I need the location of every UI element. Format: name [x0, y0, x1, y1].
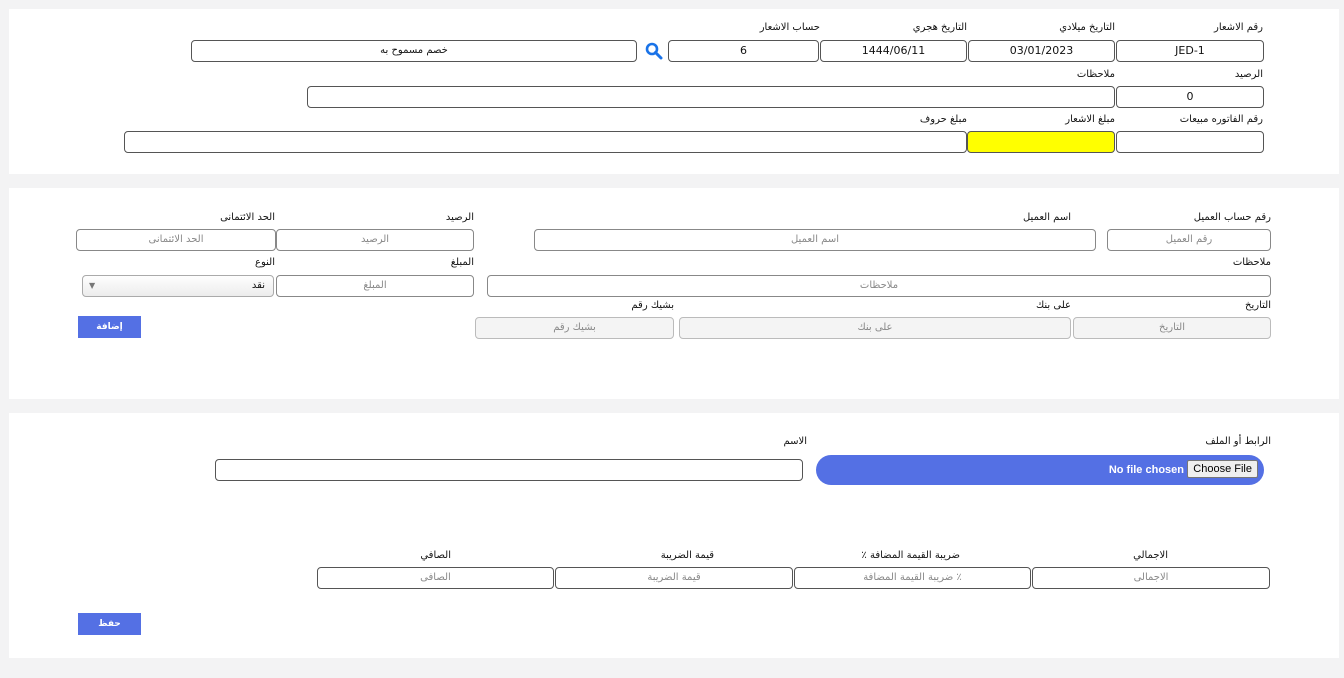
- notice-amount-label: مبلغ الاشعار: [1065, 114, 1115, 125]
- amount-input[interactable]: المبلغ: [276, 275, 474, 297]
- vat-percent-label: ضريبة القيمة المضافة ٪: [861, 550, 960, 561]
- total-label: الاجمالي: [1133, 550, 1168, 561]
- customer-balance-input[interactable]: الرصيد: [276, 229, 474, 251]
- amount-label: المبلغ: [450, 257, 474, 268]
- customer-name-label: اسم العميل: [1022, 212, 1071, 223]
- cheque-no-input[interactable]: بشيك رقم: [475, 317, 674, 339]
- date-label: التاريخ: [1245, 300, 1271, 311]
- customer-account-label: رقم حساب العميل: [1193, 212, 1271, 223]
- link-or-file-label: الرابط أو الملف: [1205, 436, 1271, 447]
- balance-label: الرصيد: [1234, 69, 1263, 80]
- total-input[interactable]: الاجمالى: [1032, 567, 1270, 589]
- attachment-name-input[interactable]: [215, 459, 803, 481]
- type-select[interactable]: نقد ▼: [82, 275, 274, 297]
- amount-words-field[interactable]: [124, 131, 967, 153]
- customer-account-input[interactable]: رقم العميل: [1107, 229, 1271, 251]
- credit-limit-label: الحد الائتمانى: [220, 212, 275, 223]
- notice-no-label: رقم الاشعار: [1213, 22, 1263, 33]
- cheque-no-label: بشيك رقم: [631, 300, 674, 311]
- date-gregorian-label: التاريخ ميلادي: [1059, 22, 1115, 33]
- notice-account-field[interactable]: 6: [668, 40, 819, 62]
- notice-amount-field[interactable]: [967, 131, 1115, 153]
- file-status: No file chosen: [1108, 464, 1184, 476]
- tax-value-label: قيمة الضريبة: [660, 550, 714, 561]
- choose-file-button[interactable]: Choose File: [1187, 460, 1258, 478]
- net-input[interactable]: الصافى: [317, 567, 554, 589]
- date-hijri-field[interactable]: 1444/06/11: [820, 40, 967, 62]
- account-name-field[interactable]: خصم مسموح به: [191, 40, 637, 62]
- dropdown-arrow-icon: ▼: [89, 281, 96, 290]
- notice-no-field[interactable]: JED-1: [1116, 40, 1264, 62]
- file-input[interactable]: Choose File No file chosen: [816, 455, 1264, 485]
- date-hijri-label: التاريخ هجري: [912, 22, 967, 33]
- amount-words-label: مبلغ حروف: [919, 114, 967, 125]
- balance-field[interactable]: 0: [1116, 86, 1264, 108]
- date-gregorian-field[interactable]: 03/01/2023: [968, 40, 1115, 62]
- notes-field[interactable]: [307, 86, 1115, 108]
- notes-label: ملاحظات: [1076, 69, 1115, 80]
- bank-label: على بنك: [1035, 300, 1071, 311]
- customer-notes-input[interactable]: ملاحظات: [487, 275, 1271, 297]
- save-button[interactable]: حفظ: [78, 613, 141, 635]
- date-input[interactable]: التاريخ: [1073, 317, 1271, 339]
- bank-input[interactable]: على بنك: [679, 317, 1071, 339]
- attachments-panel: [9, 413, 1339, 658]
- sales-invoice-field[interactable]: [1116, 131, 1264, 153]
- credit-limit-input[interactable]: الحد الائتمانى: [76, 229, 276, 251]
- sales-invoice-label: رقم الفاتوره مبيعات: [1179, 114, 1263, 125]
- add-button[interactable]: إضافة: [78, 316, 141, 338]
- attachment-name-label: الاسم: [783, 436, 807, 447]
- customer-notes-label: ملاحظات: [1232, 257, 1271, 268]
- customer-name-input[interactable]: اسم العميل: [534, 229, 1096, 251]
- search-icon[interactable]: [645, 42, 663, 60]
- customer-balance-label: الرصيد: [445, 212, 474, 223]
- net-label: الصافي: [420, 550, 451, 561]
- type-selected-value: نقد: [251, 280, 265, 291]
- vat-percent-input[interactable]: ضريبة القيمة المضافة ٪: [794, 567, 1031, 589]
- type-label: النوع: [255, 257, 275, 268]
- notice-account-label: حساب الاشعار: [759, 22, 820, 33]
- tax-value-input[interactable]: قيمة الضريبة: [555, 567, 793, 589]
